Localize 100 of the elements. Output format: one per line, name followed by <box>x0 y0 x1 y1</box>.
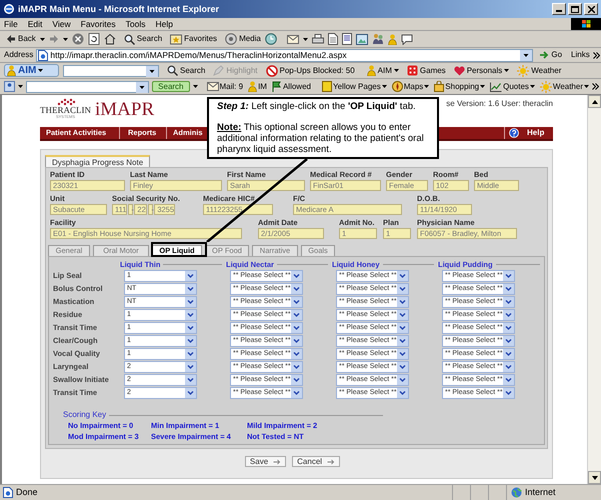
history-icon[interactable] <box>264 33 277 45</box>
no-sign-icon <box>266 64 278 76</box>
aim-link[interactable]: AIM <box>366 64 399 76</box>
people-icon[interactable] <box>372 33 384 45</box>
image-icon[interactable] <box>356 34 368 44</box>
flag-icon <box>571 18 601 30</box>
address-field[interactable]: http://imapr.theraclin.com/iMAPRDemo/Menus/TheraclinHorizontalMenu2.aspx <box>36 48 534 62</box>
book-icon <box>322 81 332 92</box>
mail-icon <box>206 82 219 91</box>
notepad-icon[interactable] <box>342 33 352 45</box>
chevron-down-icon <box>291 375 302 385</box>
chevron-down-icon <box>185 284 196 294</box>
go-button[interactable]: Go <box>539 49 562 61</box>
toolbar-icon[interactable] <box>4 81 15 92</box>
allowed-link[interactable]: Allowed <box>272 80 311 92</box>
home-icon[interactable] <box>104 33 116 45</box>
chevron-down-icon <box>291 362 302 372</box>
links-button[interactable]: Links <box>571 49 590 61</box>
caret-icon[interactable] <box>302 38 308 40</box>
caret-icon <box>504 69 510 72</box>
menu-item[interactable]: Favorites <box>80 18 116 30</box>
arrow-icon <box>273 458 282 464</box>
status-text: Done <box>16 486 38 499</box>
toolbar-search-field[interactable] <box>26 80 150 92</box>
mail-link[interactable]: Mail: 9 <box>206 80 244 92</box>
sun-icon <box>540 80 552 92</box>
caret-icon[interactable] <box>62 38 68 40</box>
menu-item[interactable]: File <box>4 18 18 30</box>
person-icon[interactable] <box>388 34 397 44</box>
chevron-down-icon <box>291 336 302 346</box>
caret-icon <box>480 85 486 88</box>
minimize-icon <box>556 10 562 12</box>
chevrons-icon[interactable] <box>592 52 600 58</box>
caret-icon[interactable] <box>192 85 198 88</box>
media-icon <box>225 33 238 45</box>
caret-icon <box>424 85 430 88</box>
menu-item[interactable]: View <box>52 18 71 30</box>
directory-link[interactable]: Yellow Pages <box>322 80 387 92</box>
maximize-icon <box>571 6 579 12</box>
scroll-down-button[interactable] <box>588 471 601 484</box>
maps-link[interactable]: Maps <box>392 80 430 92</box>
caret-icon[interactable] <box>40 38 45 40</box>
chevron-down-icon <box>503 323 514 333</box>
quotes-link[interactable]: Quotes <box>490 80 535 92</box>
chevron-down-icon <box>503 375 514 385</box>
chevron-down-icon <box>503 336 514 346</box>
minimize-button[interactable] <box>552 3 566 15</box>
popup-blocker-button[interactable]: Pop-Ups Blocked: 50 <box>266 64 355 76</box>
menu-item[interactable]: Help <box>155 18 173 30</box>
chevron-down-icon <box>291 349 302 359</box>
refresh-icon[interactable] <box>88 33 100 45</box>
stop-icon[interactable] <box>72 33 84 45</box>
games-link[interactable]: Games <box>406 64 446 76</box>
speech-bubble-icon[interactable] <box>400 34 413 44</box>
search-icon <box>124 34 135 44</box>
chevrons-icon[interactable] <box>592 83 599 90</box>
go-arrow-icon <box>539 50 550 60</box>
caret-icon <box>530 85 535 88</box>
favorites-button[interactable]: Favorites <box>170 33 218 45</box>
caret-icon <box>584 85 589 88</box>
chevron-down-icon <box>397 297 408 307</box>
printer-icon[interactable] <box>312 34 324 44</box>
close-icon <box>588 6 594 12</box>
action-button[interactable]: Cancel <box>292 456 340 467</box>
chevron-down-icon <box>185 349 196 359</box>
mail-icon[interactable] <box>286 34 299 44</box>
menu-item[interactable]: Tools <box>126 18 146 30</box>
chevron-down-icon <box>503 349 514 359</box>
menu-item[interactable]: Edit <box>28 18 42 30</box>
aim-button[interactable]: AIM <box>4 64 59 77</box>
scrollbar[interactable] <box>587 95 601 484</box>
maximize-button[interactable] <box>568 3 582 15</box>
im-link[interactable]: IM <box>248 80 267 92</box>
document-icon[interactable] <box>328 33 338 45</box>
chevron-down-icon <box>397 362 408 372</box>
note-text: Note: This optional screen allows you to enter additional information relating to the patient's oral pharynx liquid assessment. <box>217 122 425 155</box>
close-button[interactable] <box>584 3 598 15</box>
form-tab[interactable]: Dysphagia Progress Note <box>45 155 150 167</box>
weather-link[interactable]: Weather <box>540 80 589 92</box>
personals-link[interactable]: Personals <box>454 64 510 76</box>
media-button[interactable]: Media <box>225 33 261 45</box>
aim-search-field[interactable] <box>63 64 159 76</box>
search-button[interactable]: Search <box>152 81 190 92</box>
chevron-down-icon <box>397 310 408 320</box>
caret-icon[interactable] <box>18 85 23 88</box>
search-button[interactable]: Search <box>167 64 206 76</box>
dice-icon <box>406 65 418 76</box>
weather-link[interactable]: Weather <box>517 64 562 76</box>
down-arrow-icon <box>592 476 598 480</box>
browser-icon <box>3 3 15 15</box>
chevron-down-icon <box>185 388 196 398</box>
chevron-down-icon <box>185 271 196 281</box>
shopping-link[interactable]: Shopping <box>434 80 486 92</box>
chevron-down-icon <box>503 310 514 320</box>
chevron-down-icon <box>291 284 302 294</box>
scroll-up-button[interactable] <box>588 95 601 108</box>
action-button[interactable]: Save <box>244 456 286 467</box>
search-button[interactable]: Search <box>124 33 162 45</box>
help-button[interactable]: Help <box>504 127 553 139</box>
back-button[interactable]: Back <box>6 33 36 45</box>
